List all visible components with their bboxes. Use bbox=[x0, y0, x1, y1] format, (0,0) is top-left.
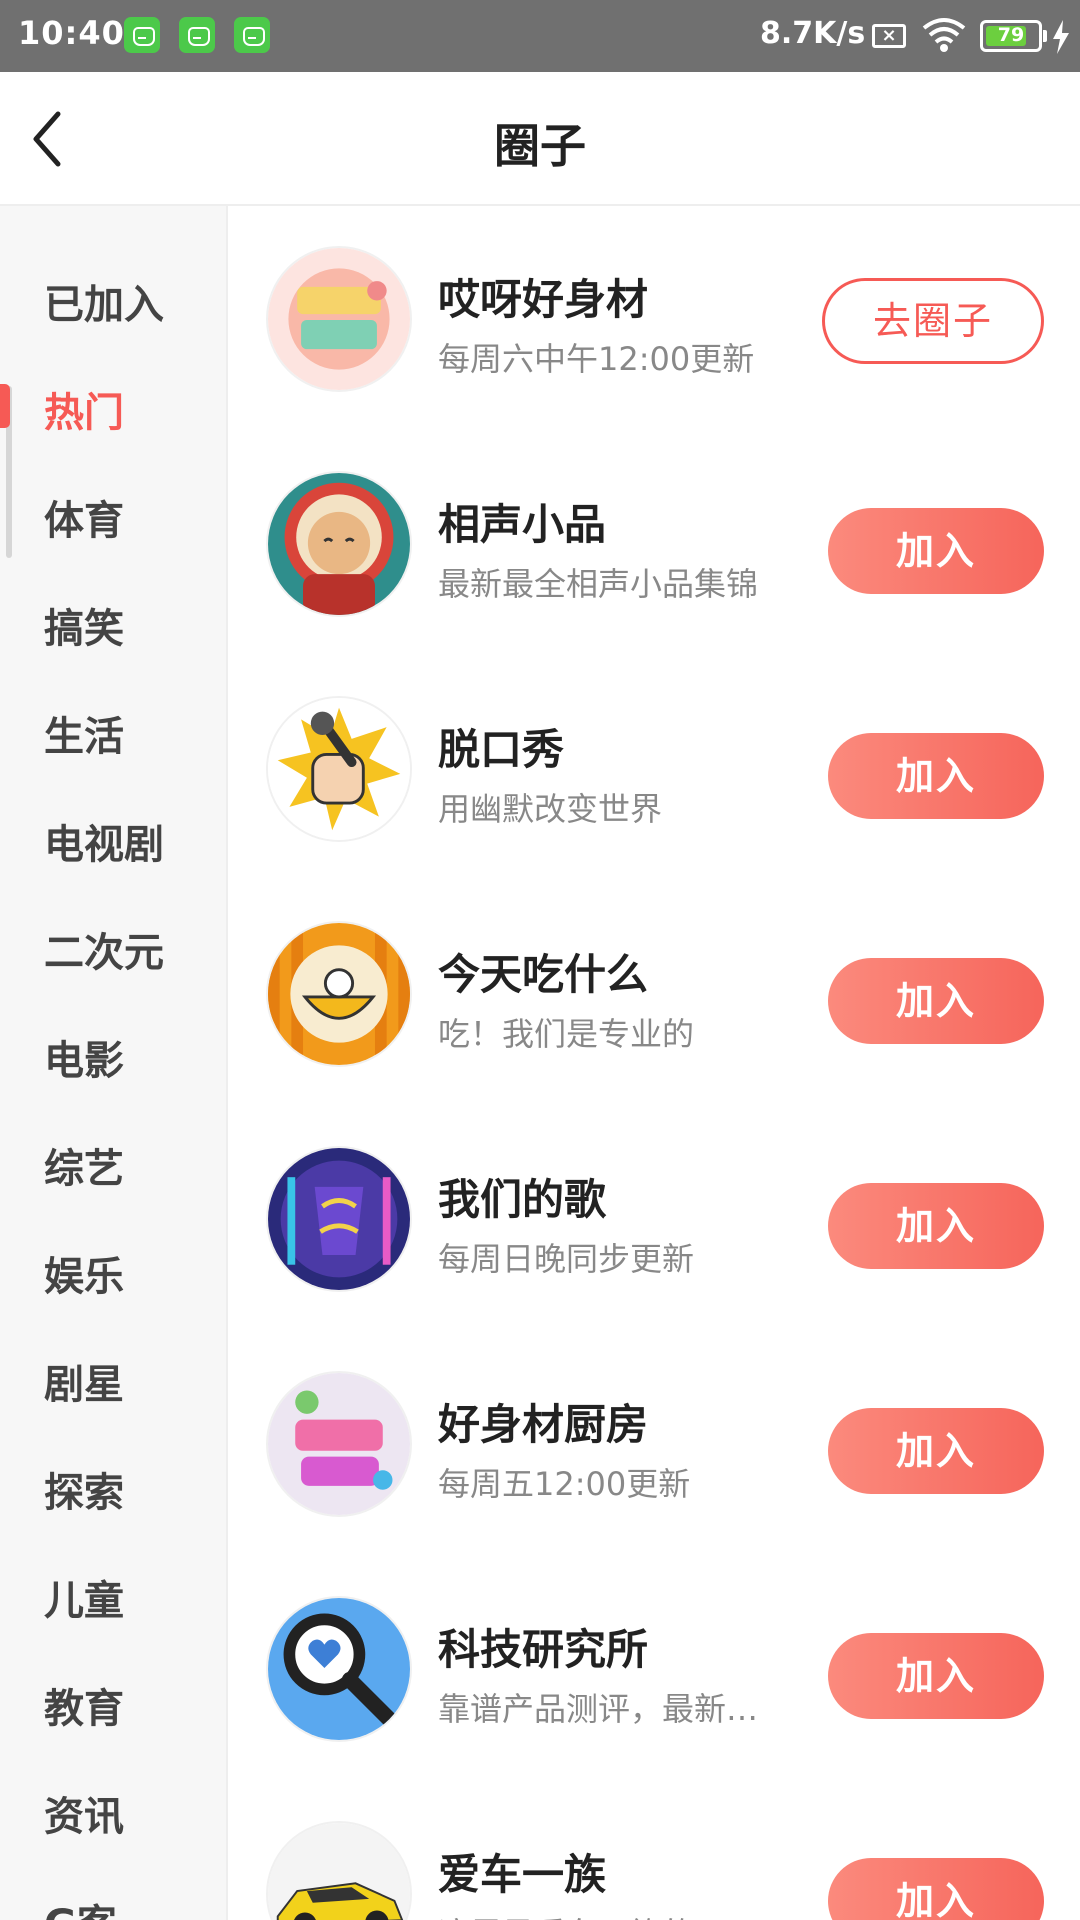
circle-subtitle: 每周六中午12:00更新 bbox=[438, 340, 755, 378]
top-app-bar: 圈子 bbox=[0, 72, 1080, 206]
join-button[interactable]: 加入 bbox=[828, 733, 1044, 819]
sidebar-item-joined[interactable]: 已加入 bbox=[44, 272, 164, 330]
join-button[interactable]: 加入 bbox=[828, 1183, 1044, 1269]
sidebar-item-geek[interactable]: G客 bbox=[44, 1892, 117, 1920]
circle-title: 今天吃什么 bbox=[438, 950, 649, 999]
list-item[interactable]: 爱车一族 这里是爱车一族的 加入 bbox=[228, 1781, 1080, 1920]
circle-title: 我们的歌 bbox=[438, 1175, 607, 1224]
list-item[interactable]: 哎呀好身材 每周六中午12:00更新 去圈子 bbox=[228, 206, 1080, 431]
circle-avatar bbox=[266, 1146, 412, 1292]
battery-level: 79 bbox=[997, 24, 1025, 46]
sidebar-item-life[interactable]: 生活 bbox=[44, 704, 124, 762]
network-speed: 8.7K/s bbox=[760, 16, 866, 51]
circle-subtitle: 每周五12:00更新 bbox=[438, 1465, 691, 1503]
active-category-indicator bbox=[0, 384, 10, 428]
fist-microphone-image bbox=[268, 698, 410, 840]
circle-subtitle: 这里是爱车一族的 bbox=[438, 1909, 768, 1920]
circle-subtitle: 吃！我们是专业的 bbox=[438, 1015, 695, 1053]
magnifier-heart-image bbox=[268, 1598, 410, 1740]
kitchen-show-image bbox=[268, 1373, 410, 1515]
category-sidebar: 已加入 热门 体育 搞笑 生活 电视剧 二次元 电影 综艺 娱乐 剧星 探索 儿… bbox=[0, 206, 228, 1920]
join-button[interactable]: 加入 bbox=[828, 1633, 1044, 1719]
sidebar-item-education[interactable]: 教育 bbox=[44, 1676, 124, 1734]
circle-title: 好身材厨房 bbox=[438, 1400, 649, 1449]
no-sim-icon: × bbox=[872, 24, 906, 48]
page-title: 圈子 bbox=[494, 119, 586, 173]
circle-subtitle: 最新最全相声小品集锦 bbox=[438, 565, 759, 603]
sidebar-item-anime[interactable]: 二次元 bbox=[44, 920, 164, 978]
music-show-image bbox=[268, 1148, 410, 1290]
list-item[interactable]: 脱口秀 用幽默改变世界 加入 bbox=[228, 656, 1080, 881]
sidebar-item-hot[interactable]: 热门 bbox=[44, 380, 124, 438]
circle-avatar bbox=[266, 696, 412, 842]
circle-list: 哎呀好身材 每周六中午12:00更新 去圈子 相声小品 最新最全相声小品集锦 加… bbox=[228, 206, 1080, 1920]
circle-subtitle: 靠谱产品测评，最新科技资讯 bbox=[438, 1690, 768, 1728]
sidebar-item-news[interactable]: 资讯 bbox=[44, 1784, 124, 1842]
circle-avatar bbox=[266, 246, 412, 392]
circle-title: 脱口秀 bbox=[438, 725, 565, 774]
list-item[interactable]: 相声小品 最新最全相声小品集锦 加入 bbox=[228, 431, 1080, 656]
join-button[interactable]: 加入 bbox=[828, 508, 1044, 594]
join-button[interactable]: 加入 bbox=[828, 1858, 1044, 1920]
sidebar-item-tv-series[interactable]: 电视剧 bbox=[44, 812, 164, 870]
status-bar: 10:40 8.7K/s × 79 bbox=[0, 0, 1080, 72]
sidebar-item-explore[interactable]: 探索 bbox=[44, 1460, 124, 1518]
sidebar-item-variety[interactable]: 综艺 bbox=[44, 1136, 124, 1194]
notification-app-icon bbox=[234, 17, 270, 53]
food-bowl-image bbox=[268, 923, 410, 1065]
sidebar-item-kids[interactable]: 儿童 bbox=[44, 1568, 124, 1626]
sidebar-item-funny[interactable]: 搞笑 bbox=[44, 596, 124, 654]
show-logo-image bbox=[268, 248, 410, 390]
circle-title: 哎呀好身材 bbox=[438, 275, 649, 324]
sidebar-item-movies[interactable]: 电影 bbox=[44, 1028, 124, 1086]
list-item[interactable]: 好身材厨房 每周五12:00更新 加入 bbox=[228, 1331, 1080, 1556]
circle-avatar bbox=[266, 471, 412, 617]
charging-bolt-icon bbox=[1053, 20, 1069, 54]
sidebar-item-entertainment[interactable]: 娱乐 bbox=[44, 1244, 124, 1302]
status-time: 10:40 bbox=[18, 14, 125, 52]
circle-subtitle: 用幽默改变世界 bbox=[438, 790, 663, 828]
circle-avatar bbox=[266, 921, 412, 1067]
wifi-icon bbox=[922, 18, 966, 52]
notification-app-icon bbox=[179, 17, 215, 53]
circle-avatar bbox=[266, 1371, 412, 1517]
sidebar-item-sports[interactable]: 体育 bbox=[44, 488, 124, 546]
circle-avatar bbox=[266, 1821, 412, 1920]
join-button[interactable]: 加入 bbox=[828, 958, 1044, 1044]
cartoon-face-image bbox=[268, 473, 410, 615]
sidebar-item-drama-stars[interactable]: 剧星 bbox=[44, 1352, 124, 1410]
circle-title: 爱车一族 bbox=[438, 1850, 607, 1899]
circle-avatar bbox=[266, 1596, 412, 1742]
circle-subtitle: 每周日晚同步更新 bbox=[438, 1240, 695, 1278]
go-to-circle-button[interactable]: 去圈子 bbox=[822, 278, 1044, 364]
join-button[interactable]: 加入 bbox=[828, 1408, 1044, 1494]
list-item[interactable]: 我们的歌 每周日晚同步更新 加入 bbox=[228, 1106, 1080, 1331]
battery-icon: 79 bbox=[980, 20, 1047, 52]
circle-title: 相声小品 bbox=[438, 500, 607, 549]
list-item[interactable]: 今天吃什么 吃！我们是专业的 加入 bbox=[228, 881, 1080, 1106]
notification-app-icon bbox=[124, 17, 160, 53]
list-item[interactable]: 科技研究所 靠谱产品测评，最新科技资讯 加入 bbox=[228, 1556, 1080, 1781]
circle-title: 科技研究所 bbox=[438, 1625, 649, 1674]
yellow-car-image bbox=[268, 1823, 410, 1920]
